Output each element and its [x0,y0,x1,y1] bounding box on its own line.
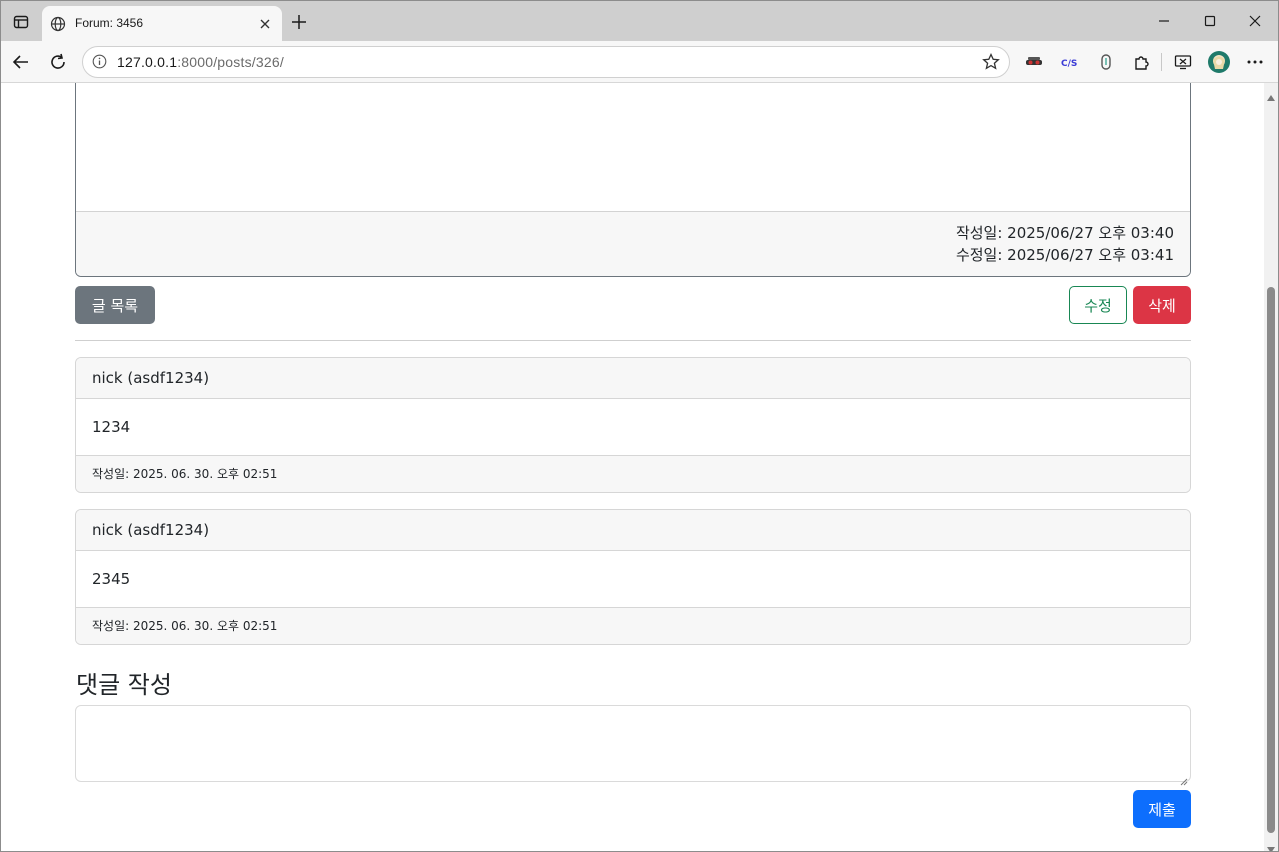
info-icon[interactable] [92,54,107,69]
screen-capture-icon[interactable] [1173,52,1193,72]
post-footer: 작성일: 2025/06/27 오후 03:40 수정일: 2025/06/27… [76,211,1190,276]
maximize-icon[interactable] [1201,12,1219,30]
browser-window: Forum: 3456 127.0.0.1:8000/posts/326/ C/… [0,0,1279,852]
scroll-down-arrow-icon[interactable] [1267,839,1275,851]
url-path: :8000/posts/326/ [177,54,284,70]
submit-button[interactable]: 제출 [1133,790,1191,828]
globe-icon [50,16,66,32]
minimize-icon[interactable] [1155,12,1173,30]
reply-textarea[interactable] [75,705,1191,786]
scrollbar-thumb[interactable] [1267,287,1275,833]
page-scrollbar[interactable] [1264,83,1278,851]
comment-author: nick (asdf1234) [76,510,1190,551]
comment-body: 2345 [76,551,1190,608]
close-tab-icon[interactable] [258,16,272,30]
close-window-icon[interactable] [1246,12,1264,30]
shield-extension-icon[interactable] [1096,52,1116,72]
post-card: 작성일: 2025/06/27 오후 03:40 수정일: 2025/06/27… [75,83,1191,277]
back-arrow-icon[interactable] [11,52,31,72]
tab-bar: Forum: 3456 [1,1,1278,42]
favorite-star-icon[interactable] [981,52,1001,72]
page-viewport: 작성일: 2025/06/27 오후 03:40 수정일: 2025/06/27… [1,83,1264,851]
profile-avatar[interactable] [1208,51,1230,73]
comment-date: 작성일: 2025. 06. 30. 오후 02:51 [76,608,1190,644]
spy-extension-icon[interactable] [1024,52,1044,72]
post-dates: 작성일: 2025/06/27 오후 03:40 수정일: 2025/06/27… [956,222,1174,266]
address-bar[interactable]: 127.0.0.1:8000/posts/326/ [82,46,1010,78]
extensions-puzzle-icon[interactable] [1132,52,1152,72]
url-host: 127.0.0.1 [117,54,178,70]
url-text[interactable]: 127.0.0.1:8000/posts/326/ [117,54,284,70]
reply-heading: 댓글 작성 [76,671,172,699]
refresh-icon[interactable] [48,52,68,72]
comment-author: nick (asdf1234) [76,358,1190,399]
comment-date: 작성일: 2025. 06. 30. 오후 02:51 [76,456,1190,492]
comment-body: 1234 [76,399,1190,456]
toolbar-divider [1161,53,1162,71]
resize-handle-icon[interactable] [1180,771,1188,786]
post-list-button[interactable]: 글 목록 [75,286,155,324]
css-js-extension-icon[interactable]: C/S [1060,52,1080,72]
post-created-date: 작성일: 2025/06/27 오후 03:40 [955,224,1174,242]
divider [75,340,1191,341]
scroll-up-arrow-icon[interactable] [1267,87,1275,101]
svg-text:C/S: C/S [1061,59,1077,69]
tab-title: Forum: 3456 [75,16,144,30]
comment-card: nick (asdf1234) 2345 작성일: 2025. 06. 30. … [75,509,1191,645]
delete-button[interactable]: 삭제 [1133,286,1191,324]
edit-button[interactable]: 수정 [1069,286,1127,324]
new-tab-icon[interactable] [290,13,308,31]
comment-card: nick (asdf1234) 1234 작성일: 2025. 06. 30. … [75,357,1191,493]
more-options-icon[interactable] [1245,52,1265,72]
address-toolbar: 127.0.0.1:8000/posts/326/ C/S [1,41,1278,83]
active-tab[interactable]: Forum: 3456 [42,6,282,42]
post-modified-date: 수정일: 2025/06/27 오후 03:41 [955,246,1174,264]
tab-actions-icon[interactable] [9,10,33,34]
